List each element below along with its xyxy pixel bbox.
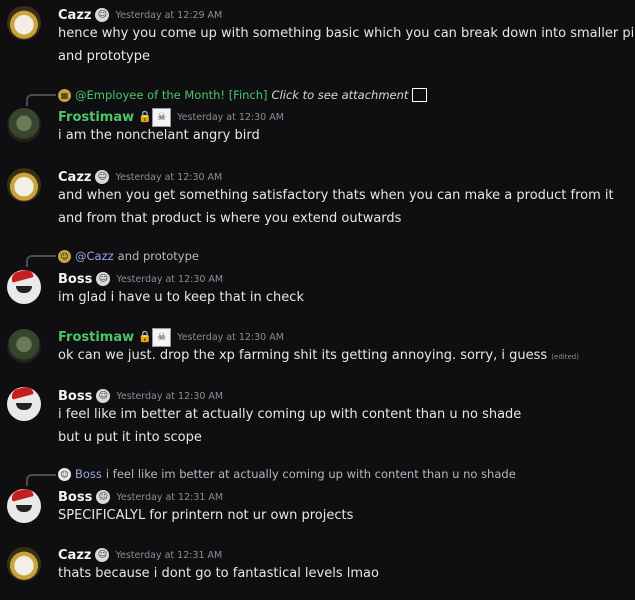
- reply-spine: [26, 94, 56, 106]
- message-text: thats because i dont go to fantastical l…: [58, 566, 379, 581]
- reply-preview[interactable]: ☺ @Cazz and prototype: [58, 248, 199, 264]
- timestamp: Yesterday at 12:31 AM: [115, 549, 223, 561]
- timestamp: Yesterday at 12:30 AM: [115, 171, 223, 183]
- pixel-badge-icon: ☠: [152, 107, 172, 127]
- message-text: and prototype: [58, 49, 150, 64]
- timestamp: Yesterday at 12:29 AM: [115, 9, 223, 21]
- avatar[interactable]: [7, 547, 41, 581]
- reply-preview[interactable]: ☺ Boss i feel like im better at actually…: [58, 466, 516, 482]
- username[interactable]: Cazz: [58, 8, 91, 23]
- avatar[interactable]: [7, 108, 41, 142]
- avatar[interactable]: [7, 489, 41, 523]
- message-text: ok can we just. drop the xp farming shit…: [58, 348, 579, 363]
- reply-text[interactable]: Click to see attachment: [272, 88, 409, 102]
- username[interactable]: Boss: [58, 272, 92, 287]
- username[interactable]: Frostimaw: [58, 330, 134, 345]
- message-header: Frostimaw 🔒 ☠ Yesterday at 12:30 AM: [58, 327, 284, 347]
- lock-icon: 🔒: [138, 110, 152, 123]
- reply-avatar-icon: ▦: [58, 88, 71, 102]
- timestamp: Yesterday at 12:30 AM: [177, 111, 284, 123]
- message-header: Boss ☺ Yesterday at 12:30 AM: [58, 270, 223, 288]
- user-badge-icon: ☺: [96, 389, 111, 403]
- message-text: im glad i have u to keep that in check: [58, 290, 304, 305]
- reply-mention[interactable]: Boss: [75, 467, 102, 481]
- reply-spine: [26, 255, 56, 267]
- reply-text[interactable]: i feel like im better at actually coming…: [106, 467, 516, 481]
- message-header: Cazz ☺ Yesterday at 12:29 AM: [58, 6, 222, 24]
- avatar[interactable]: [7, 387, 41, 421]
- reply-mention[interactable]: @Employee of the Month! [Finch]: [75, 88, 268, 102]
- reply-avatar-icon: ☺: [58, 467, 71, 481]
- username[interactable]: Cazz: [58, 170, 91, 185]
- timestamp: Yesterday at 12:30 AM: [116, 273, 224, 285]
- reply-mention[interactable]: @Cazz: [75, 249, 114, 263]
- message-text: and from that product is where you exten…: [58, 211, 402, 226]
- message-header: Cazz ☺ Yesterday at 12:30 AM: [58, 168, 222, 186]
- message-header: Frostimaw 🔒 ☠ Yesterday at 12:30 AM: [58, 107, 284, 127]
- user-badge-icon: ☺: [95, 548, 110, 562]
- message-header: Boss ☺ Yesterday at 12:31 AM: [58, 488, 223, 506]
- message-text: hence why you come up with something bas…: [58, 26, 635, 41]
- username[interactable]: Boss: [58, 490, 92, 505]
- edited-label: (edited): [551, 353, 579, 361]
- avatar[interactable]: [7, 329, 41, 363]
- avatar[interactable]: [7, 6, 41, 40]
- user-badge-icon: ☺: [95, 8, 110, 22]
- reply-spine: [26, 474, 56, 486]
- username[interactable]: Frostimaw: [58, 110, 134, 125]
- message-text: i am the nonchelant angry bird: [58, 128, 260, 143]
- message-header: Cazz ☺ Yesterday at 12:31 AM: [58, 546, 222, 564]
- username[interactable]: Cazz: [58, 548, 91, 563]
- pixel-badge-icon: ☠: [152, 327, 172, 347]
- message-text: SPECIFICALYL for printern not ur own pro…: [58, 508, 354, 523]
- lock-icon: 🔒: [138, 330, 152, 343]
- avatar[interactable]: [7, 270, 41, 304]
- reply-text[interactable]: and prototype: [118, 249, 199, 263]
- image-icon: [412, 88, 428, 102]
- message-text-content: ok can we just. drop the xp farming shit…: [58, 348, 548, 363]
- timestamp: Yesterday at 12:31 AM: [116, 491, 224, 503]
- user-badge-icon: ☺: [96, 272, 111, 286]
- message-text: but u put it into scope: [58, 430, 202, 445]
- timestamp: Yesterday at 12:30 AM: [177, 331, 284, 343]
- message-text: i feel like im better at actually coming…: [58, 407, 522, 422]
- timestamp: Yesterday at 12:30 AM: [116, 390, 224, 402]
- message-text: and when you get something satisfactory …: [58, 188, 614, 203]
- username[interactable]: Boss: [58, 389, 92, 404]
- user-badge-icon: ☺: [96, 490, 111, 504]
- message-header: Boss ☺ Yesterday at 12:30 AM: [58, 387, 223, 405]
- reply-avatar-icon: ☺: [58, 249, 71, 263]
- avatar[interactable]: [7, 168, 41, 202]
- reply-preview[interactable]: ▦ @Employee of the Month! [Finch] Click …: [58, 87, 428, 103]
- user-badge-icon: ☺: [95, 170, 110, 184]
